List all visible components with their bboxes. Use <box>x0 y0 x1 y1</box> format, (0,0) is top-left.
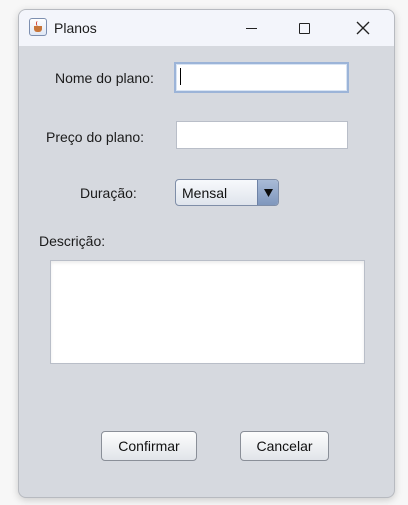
nome-plano-label: Nome do plano: <box>55 70 154 86</box>
preco-plano-input[interactable] <box>176 121 348 149</box>
maximize-icon <box>298 22 310 34</box>
dropdown-arrow-button[interactable] <box>257 180 278 205</box>
minimize-icon <box>245 27 257 29</box>
nome-plano-input[interactable] <box>174 62 349 93</box>
close-button[interactable] <box>335 10 391 46</box>
confirm-button[interactable]: Confirmar <box>101 431 197 461</box>
planos-dialog: Planos Nome do plano: Preço do plano: Du… <box>18 9 395 498</box>
duracao-label: Duração: <box>80 185 137 201</box>
triangle-down-icon <box>263 188 273 197</box>
java-coffee-icon <box>29 18 47 36</box>
preco-plano-label: Preço do plano: <box>46 129 145 145</box>
text-caret <box>180 68 181 85</box>
cancel-button[interactable]: Cancelar <box>240 431 329 461</box>
minimize-button[interactable] <box>223 10 279 46</box>
duracao-select[interactable]: Mensal <box>175 179 279 206</box>
duracao-selected-value: Mensal <box>182 185 228 201</box>
descricao-label: Descrição: <box>39 233 106 249</box>
window-title: Planos <box>54 20 97 36</box>
maximize-button[interactable] <box>276 10 332 46</box>
descricao-textarea[interactable] <box>50 260 365 364</box>
close-icon <box>356 21 370 35</box>
title-bar[interactable]: Planos <box>19 10 394 46</box>
